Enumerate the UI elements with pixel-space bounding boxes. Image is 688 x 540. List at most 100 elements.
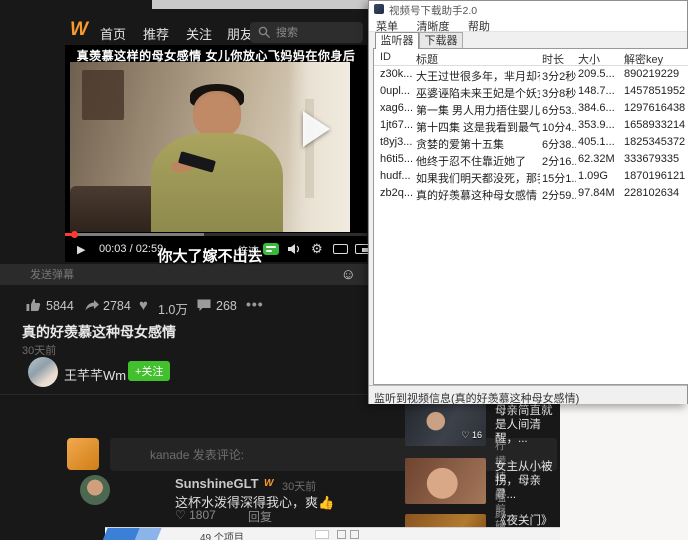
- cell-title: 第十四集 这是我看到最气人...: [416, 119, 540, 135]
- nav-item-home[interactable]: 首页: [100, 24, 126, 43]
- like-count[interactable]: 5844: [46, 299, 74, 313]
- nav-item-recommend[interactable]: 推荐: [143, 24, 169, 43]
- thumbs-up-icon[interactable]: [25, 297, 41, 313]
- cell-key: 228102634: [624, 187, 686, 199]
- listener-table: ID 标题 时长 大小 解密key 路径 z30k...大王过世很多年，芈月却有…: [373, 48, 688, 385]
- cell-duration: 6分38...: [542, 136, 576, 152]
- col-header-id[interactable]: ID: [380, 51, 414, 63]
- col-header-key[interactable]: 解密key: [624, 51, 686, 67]
- share-arrow-icon[interactable]: [84, 297, 100, 313]
- video-subtitle: 你大了嫁不出去: [70, 245, 350, 266]
- play-overlay-icon[interactable]: [303, 111, 330, 147]
- search-box[interactable]: [250, 22, 363, 43]
- cell-title: 第一集 男人用力捂住婴儿的...: [416, 102, 540, 118]
- progress-track[interactable]: [65, 233, 367, 236]
- commenter-avatar[interactable]: [80, 475, 110, 505]
- tab-downloader[interactable]: 下载器: [419, 32, 463, 49]
- menu-item-help[interactable]: 帮助: [461, 17, 497, 35]
- table-row[interactable]: xag6...第一集 男人用力捂住婴儿的...6分53...384.6...12…: [374, 100, 688, 117]
- comment-like-button[interactable]: ♡ 1807: [175, 508, 216, 522]
- table-row[interactable]: hudf...如果我们明天都没死，那我...15分1...1.09G187019…: [374, 168, 688, 185]
- table-row[interactable]: 1jt67...第十四集 这是我看到最气人...10分4...353.9...1…: [374, 117, 688, 134]
- cell-id: zb2q...: [380, 187, 414, 199]
- cell-size: 353.9...: [578, 119, 622, 131]
- cell-size: 1.09G: [578, 170, 622, 182]
- comment-reply-button[interactable]: 回复: [248, 508, 272, 525]
- col-header-size[interactable]: 大小: [578, 51, 622, 67]
- cell-id: 1jt67...: [380, 119, 414, 131]
- table-row[interactable]: 0upl...巫婆诬陷未来王妃是个妖女...3分8秒148.7...145785…: [374, 83, 688, 100]
- scene-man-shirt: [151, 133, 283, 232]
- cell-duration: 10分4...: [542, 119, 576, 135]
- cell-id: xag6...: [380, 102, 414, 114]
- progress-thumb[interactable]: [71, 231, 78, 238]
- share-count[interactable]: 2784: [103, 299, 131, 313]
- window-title: 视频号下载助手2.0: [389, 3, 477, 18]
- cell-key: 1870196121: [624, 170, 686, 182]
- table-header-row: ID 标题 时长 大小 解密key 路径: [374, 49, 688, 66]
- background-window-titlebar: [152, 0, 368, 9]
- author-name[interactable]: 王芊芊Wm: [64, 365, 126, 384]
- comment-compose-box[interactable]: [110, 438, 557, 471]
- cell-key: 333679335: [624, 153, 686, 165]
- nav-item-follow[interactable]: 关注: [186, 24, 212, 43]
- cell-title: 巫婆诬陷未来王妃是个妖女...: [416, 85, 540, 101]
- thumbnail-like-count: ♡ 16: [461, 430, 482, 441]
- explorer-selection-box: [315, 530, 329, 539]
- progress-buffered: [65, 233, 204, 236]
- heart-icon[interactable]: ♥: [139, 297, 148, 314]
- video-player[interactable]: 真羡慕这样的母女感情 女儿你放心飞妈妈在你身后 ▶ 00:03 /: [65, 45, 367, 262]
- cell-id: z30k...: [380, 68, 414, 80]
- emoji-smiley-icon[interactable]: ☺: [341, 266, 356, 283]
- table-row[interactable]: zb2q...真的好羡慕这种母女感情2分59...97.84M228102634: [374, 185, 688, 202]
- recommended-thumbnail[interactable]: ♡ 16: [405, 400, 486, 446]
- cell-duration: 6分53...: [542, 102, 576, 118]
- member-badge-icon: W: [264, 478, 273, 489]
- cell-title: 贪婪的爱第十五集: [416, 136, 540, 152]
- cell-duration: 3分8秒: [542, 85, 576, 101]
- view-thumbnails-icon[interactable]: [350, 530, 359, 539]
- danmaku-input[interactable]: [30, 264, 320, 285]
- cell-key: 890219229: [624, 68, 686, 80]
- table-row[interactable]: h6ti5...他终于忍不住靠近她了2分16...62.32M333679335: [374, 151, 688, 168]
- comment-count[interactable]: 268: [216, 299, 237, 313]
- status-message: 监听到视频信息(真的好羡慕这种母女感情): [374, 390, 579, 406]
- cell-id: 0upl...: [380, 85, 414, 97]
- menu-bar: 菜单 清晰度 帮助: [369, 17, 687, 32]
- col-header-duration[interactable]: 时长: [542, 51, 576, 67]
- page-video-title: 真的好羡慕这种母女感情: [22, 322, 176, 342]
- cell-size: 384.6...: [578, 102, 622, 114]
- cell-title: 他终于忍不住靠近她了: [416, 153, 540, 169]
- table-row[interactable]: z30k...大王过世很多年，芈月却有...3分2秒209.5...890219…: [374, 66, 688, 83]
- cell-duration: 3分2秒: [542, 68, 576, 84]
- search-input[interactable]: [276, 22, 358, 43]
- video-age: 30天前: [22, 342, 56, 358]
- cell-key: 1658933214: [624, 119, 686, 131]
- view-details-icon[interactable]: [337, 530, 346, 539]
- video-frame: [70, 62, 350, 232]
- comment-bubble-icon[interactable]: [196, 297, 212, 313]
- cell-title: 大王过世很多年，芈月却有...: [416, 68, 540, 84]
- explorer-blue-decoration: [134, 528, 161, 540]
- brand-logo-icon[interactable]: W: [70, 19, 88, 41]
- window-titlebar[interactable]: 视频号下载助手2.0: [369, 1, 687, 17]
- heart-count[interactable]: 1.0万: [158, 299, 188, 318]
- commenter-name[interactable]: SunshineGLT: [175, 476, 259, 491]
- current-user-avatar[interactable]: [67, 438, 99, 470]
- recommended-thumbnail[interactable]: [405, 458, 486, 504]
- tab-listener[interactable]: 监听器: [375, 32, 419, 49]
- cell-size: 97.84M: [578, 187, 622, 199]
- cell-duration: 2分59...: [542, 187, 576, 203]
- table-row[interactable]: t8yj3...贪婪的爱第十五集6分38...405.1...182534537…: [374, 134, 688, 151]
- cell-title: 真的好羡慕这种母女感情: [416, 187, 540, 203]
- follow-button[interactable]: +关注: [128, 361, 170, 381]
- cell-id: h6ti5...: [380, 153, 414, 165]
- col-header-title[interactable]: 标题: [416, 51, 540, 67]
- cell-key: 1297616438: [624, 102, 686, 114]
- cell-id: t8yj3...: [380, 136, 414, 148]
- more-actions-button[interactable]: •••: [246, 296, 264, 312]
- cell-duration: 15分1...: [542, 170, 576, 186]
- author-avatar[interactable]: [28, 357, 58, 387]
- scene-picture-frame: [82, 70, 124, 120]
- cell-id: hudf...: [380, 170, 414, 182]
